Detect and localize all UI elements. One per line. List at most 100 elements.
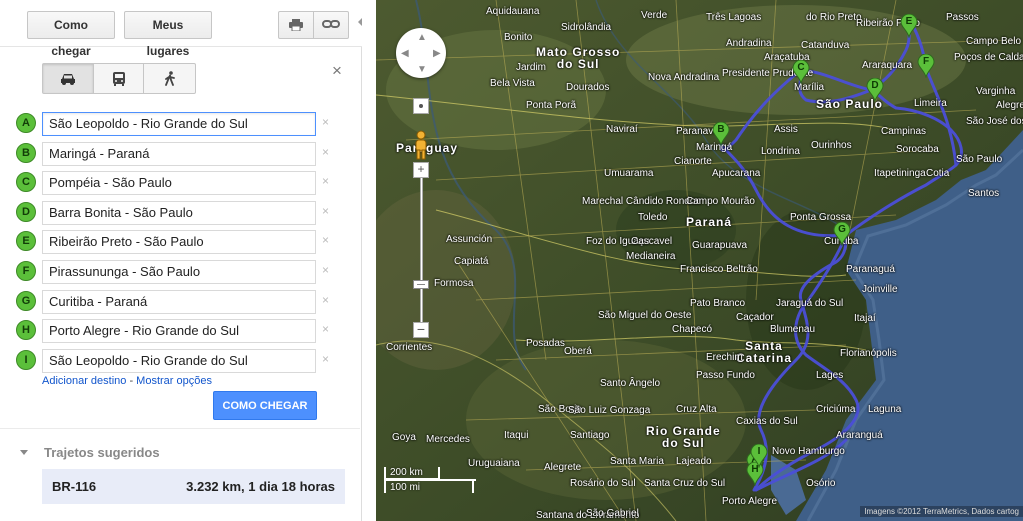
pan-control[interactable]: ▲ ▼ ◀ ▶ [396, 28, 446, 78]
print-icon [289, 19, 303, 32]
waypoint-input[interactable]: Pirassununga - São Paulo [42, 260, 316, 284]
city-label: Novo Hamburgo [772, 446, 845, 457]
city-label: Erechim [706, 352, 743, 363]
city-label: Assis [774, 124, 798, 135]
pan-down-icon[interactable]: ▼ [417, 64, 427, 75]
car-icon [60, 73, 75, 85]
pan-up-icon[interactable]: ▲ [417, 32, 427, 43]
get-directions-button[interactable]: COMO CHEGAR [213, 391, 317, 420]
print-button[interactable] [278, 11, 314, 39]
waypoint-input[interactable]: Pompéia - São Paulo [42, 171, 316, 196]
city-label: Cruz Alta [676, 404, 717, 415]
region-label: Mato Grosso do Sul [536, 45, 621, 71]
suggested-route-row[interactable]: BR-116 3.232 km, 1 dia 18 horas [42, 469, 345, 504]
city-label: Ponta Porã [526, 100, 577, 111]
collapse-panel-icon[interactable] [358, 16, 362, 28]
waypoint-row: I São Leopoldo - Rio Grande do Sul × [16, 348, 336, 373]
pan-right-icon[interactable]: ▶ [433, 48, 441, 59]
city-label: São Gabriel [586, 508, 639, 519]
city-label: Catanduva [801, 40, 850, 51]
city-label: Itapetininga [874, 168, 926, 179]
show-options-link[interactable]: Mostrar opções [136, 375, 212, 387]
city-label: Passo Fundo [696, 370, 755, 381]
city-label: Limeira [914, 98, 947, 109]
remove-waypoint-icon[interactable]: × [322, 293, 329, 307]
map-pin-f[interactable]: F [917, 54, 935, 78]
city-label: Mercedes [426, 434, 470, 445]
zoom-slider-track[interactable] [420, 178, 423, 322]
map-pin-e[interactable]: E [900, 14, 918, 38]
mode-transit[interactable] [94, 64, 145, 93]
remove-waypoint-icon[interactable]: × [322, 115, 329, 129]
city-label: Corrientes [386, 342, 433, 353]
zoom-out-button[interactable]: − [413, 322, 429, 338]
waypoint-marker-e: E [16, 231, 36, 252]
city-label: Nova Andradina [648, 72, 720, 83]
city-label: Varginha [976, 86, 1016, 97]
city-label: Caxias do Sul [736, 416, 798, 427]
city-label: Campinas [881, 126, 927, 137]
remove-waypoint-icon[interactable]: × [322, 352, 329, 366]
map-pin-c[interactable]: C [792, 60, 810, 84]
zoom-slider-thumb[interactable] [413, 280, 429, 289]
pan-left-icon[interactable]: ◀ [401, 48, 409, 59]
city-label: Criciúma [816, 404, 856, 415]
city-label: Formosa [434, 278, 474, 289]
city-label: Cianorte [674, 156, 712, 167]
city-label: Santa Cruz do Sul [644, 478, 726, 489]
waypoint-input[interactable]: Ribeirão Preto - São Paulo [42, 230, 316, 255]
waypoint-marker-i: I [16, 349, 36, 370]
city-label: Jardim [516, 62, 547, 73]
remove-waypoint-icon[interactable]: × [322, 233, 329, 247]
street-view-pegman-icon[interactable] [412, 130, 430, 160]
add-destination-link[interactable]: Adicionar destino [42, 375, 126, 387]
waypoint-row: A São Leopoldo - Rio Grande do Sul × [16, 112, 336, 136]
waypoint-input[interactable]: Barra Bonita - São Paulo [42, 200, 316, 225]
remove-waypoint-icon[interactable]: × [322, 145, 329, 159]
city-label: Santa Maria [610, 456, 664, 467]
scale-mi-label: 100 mi [390, 482, 421, 493]
city-label: Santo Ângelo [600, 378, 661, 389]
link-button[interactable] [313, 11, 349, 39]
my-places-button[interactable]: Meus lugares [124, 11, 212, 58]
remove-waypoint-icon[interactable]: × [322, 174, 329, 188]
close-directions-icon[interactable]: × [332, 61, 342, 81]
zoom-reset-button[interactable] [413, 98, 429, 114]
remove-waypoint-icon[interactable]: × [322, 263, 329, 277]
waypoint-input[interactable]: Porto Alegre - Rio Grande do Sul [42, 319, 316, 344]
map-attribution[interactable]: Imagens ©2012 TerraMetrics, Dados cartog [860, 506, 1023, 517]
waypoint-row: E Ribeirão Preto - São Paulo × [16, 230, 336, 255]
waypoint-marker-g: G [16, 290, 36, 311]
city-label: Três Lagoas [706, 12, 762, 23]
city-label: Sidrolândia [561, 22, 612, 33]
directions-button[interactable]: Como chegar [27, 11, 115, 58]
map-pin-b[interactable]: B [712, 122, 730, 146]
map-pin-d[interactable]: D [866, 78, 884, 102]
region-label: Paraná [686, 215, 733, 229]
waypoint-input[interactable]: Maringá - Paraná [42, 141, 316, 166]
city-label: Paranaguá [846, 264, 895, 275]
mode-car[interactable] [43, 64, 94, 93]
mode-walk[interactable] [144, 64, 195, 93]
city-label: Santiago [570, 430, 610, 441]
waypoint-input[interactable]: Curitiba - Paraná [42, 289, 316, 314]
map-pin-g[interactable]: G [833, 222, 851, 246]
city-label: Osório [806, 478, 836, 489]
remove-waypoint-icon[interactable]: × [322, 322, 329, 336]
city-label: Cascavel [631, 236, 673, 247]
links-separator: - [126, 375, 137, 387]
city-label: São Miguel do Oeste [598, 310, 692, 321]
waypoint-input[interactable]: São Leopoldo - Rio Grande do Sul [42, 112, 316, 136]
city-label: Itaqui [504, 430, 529, 441]
panel-scrollbar[interactable]: ▲ ▼ [361, 47, 362, 521]
expand-triangle-icon[interactable] [20, 450, 28, 455]
city-label: Alegrete [544, 462, 582, 473]
map-canvas[interactable]: Mato Grosso do Sul Paraguay Paraná Santa Cata… [376, 0, 1023, 521]
remove-waypoint-icon[interactable]: × [322, 204, 329, 218]
waypoint-input[interactable]: São Leopoldo - Rio Grande do Sul [42, 348, 316, 373]
city-label: Posadas [526, 338, 565, 349]
zoom-in-button[interactable]: + [413, 162, 429, 178]
city-label: Goya [392, 432, 416, 443]
map-pin-i[interactable]: I [750, 444, 768, 468]
city-label: São Paulo [956, 154, 1003, 165]
